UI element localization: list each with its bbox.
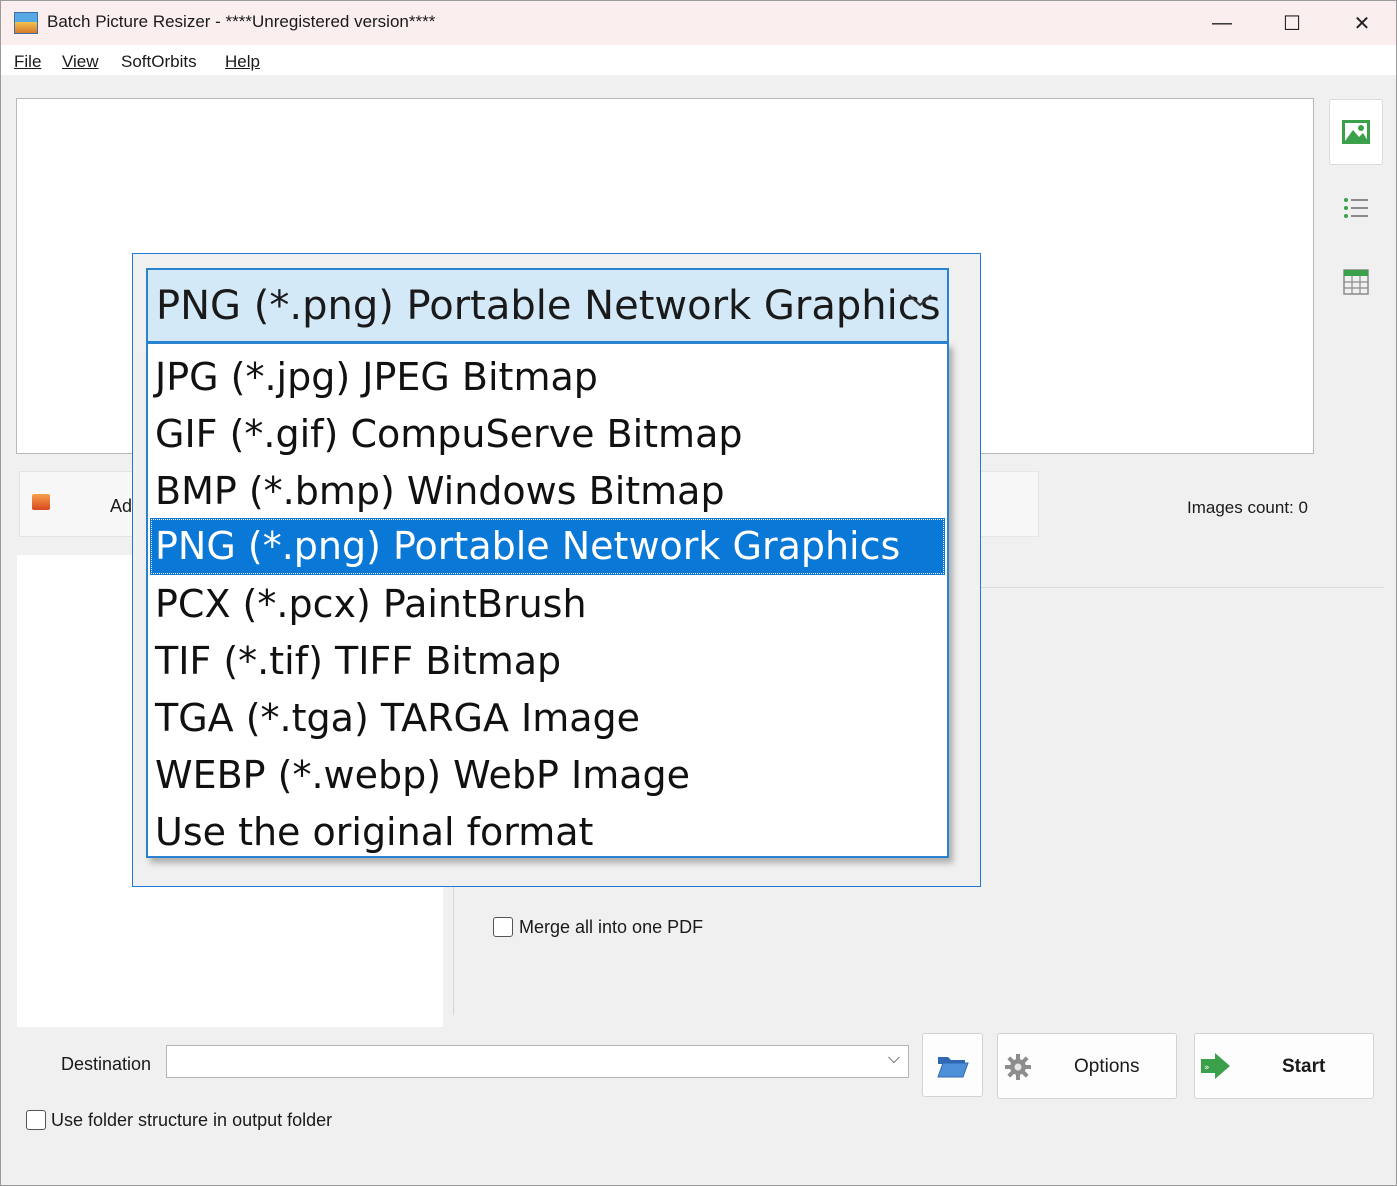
add-images-label: Ad — [110, 496, 133, 516]
menu-help-label: Help — [225, 52, 260, 71]
menu-bar: File View SoftOrbits Help — [1, 45, 1396, 75]
start-label: Start — [1282, 1056, 1326, 1077]
menu-file[interactable]: File — [14, 52, 41, 72]
destination-combobox[interactable]: ⌵ — [166, 1045, 909, 1078]
format-option-tif[interactable]: TIF (*.tif) TIFF Bitmap — [150, 633, 945, 690]
images-count: Images count: 0 — [1187, 498, 1308, 517]
add-image-icon — [32, 494, 50, 510]
menu-view[interactable]: View — [62, 52, 99, 72]
destination-label: Destination — [61, 1054, 152, 1074]
use-folder-structure-label: Use folder structure in output folder — [51, 1110, 333, 1130]
folder-open-icon — [937, 1057, 969, 1078]
svg-text:»: » — [1204, 1063, 1210, 1073]
maximize-icon: ☐ — [1283, 12, 1301, 35]
options-label: Options — [1074, 1056, 1140, 1077]
chevron-down-icon: ⌵ — [887, 1050, 900, 1067]
image-view-icon — [1342, 120, 1370, 144]
app-window: Batch Picture Resizer - ****Unregistered… — [0, 0, 1397, 1186]
add-images-button[interactable]: Ad — [19, 471, 139, 537]
close-button[interactable]: ✕ — [1327, 1, 1397, 45]
format-option-original[interactable]: Use the original format — [150, 804, 945, 861]
list-view-button[interactable] — [1329, 175, 1383, 241]
divider — [981, 587, 1384, 588]
format-option-webp[interactable]: WEBP (*.webp) WebP Image — [150, 747, 945, 804]
list-view-icon — [1344, 198, 1368, 218]
gear-icon — [1005, 1054, 1031, 1080]
menu-softorbits[interactable]: SoftOrbits — [121, 52, 197, 72]
table-view-button[interactable] — [1329, 249, 1383, 315]
table-view-icon — [1343, 269, 1369, 295]
start-button[interactable]: » Start — [1194, 1033, 1374, 1099]
menu-help[interactable]: Help — [225, 52, 260, 72]
start-arrow-icon: » — [1201, 1053, 1230, 1079]
title-bar: Batch Picture Resizer - ****Unregistered… — [1, 1, 1396, 45]
format-option-pcx[interactable]: PCX (*.pcx) PaintBrush — [150, 576, 945, 633]
format-option-bmp[interactable]: BMP (*.bmp) Windows Bitmap — [150, 463, 945, 520]
browse-folder-button[interactable] — [922, 1033, 983, 1097]
minimize-icon: — — [1212, 11, 1232, 34]
merge-pdf-checkbox[interactable] — [493, 917, 513, 937]
use-folder-structure-checkbox[interactable] — [26, 1110, 46, 1130]
format-selected-value: PNG (*.png) Portable Network Graphics — [156, 283, 941, 329]
format-option-jpg[interactable]: JPG (*.jpg) JPEG Bitmap — [150, 349, 945, 406]
minimize-button[interactable]: — — [1187, 1, 1257, 45]
window-title: Batch Picture Resizer - ****Unregistered… — [47, 12, 436, 31]
format-dropdown-list: JPG (*.jpg) JPEG Bitmap GIF (*.gif) Comp… — [146, 342, 949, 858]
format-option-png[interactable]: PNG (*.png) Portable Network Graphics — [150, 518, 945, 575]
close-icon: ✕ — [1353, 12, 1371, 35]
image-view-button[interactable] — [1329, 99, 1383, 165]
maximize-button[interactable]: ☐ — [1257, 1, 1327, 45]
app-icon — [14, 12, 38, 34]
merge-pdf-label: Merge all into one PDF — [519, 917, 704, 937]
format-combobox[interactable]: PNG (*.png) Portable Network Graphics — [146, 268, 949, 343]
format-option-gif[interactable]: GIF (*.gif) CompuServe Bitmap — [150, 406, 945, 463]
menu-file-label: File — [14, 52, 42, 71]
toolbar-strip — [981, 471, 1039, 537]
format-option-tga[interactable]: TGA (*.tga) TARGA Image — [150, 690, 945, 747]
chevron-down-icon — [908, 294, 932, 307]
menu-view-label: View — [62, 52, 99, 71]
options-button[interactable]: Options — [997, 1033, 1177, 1099]
panel-divider — [453, 887, 454, 1015]
